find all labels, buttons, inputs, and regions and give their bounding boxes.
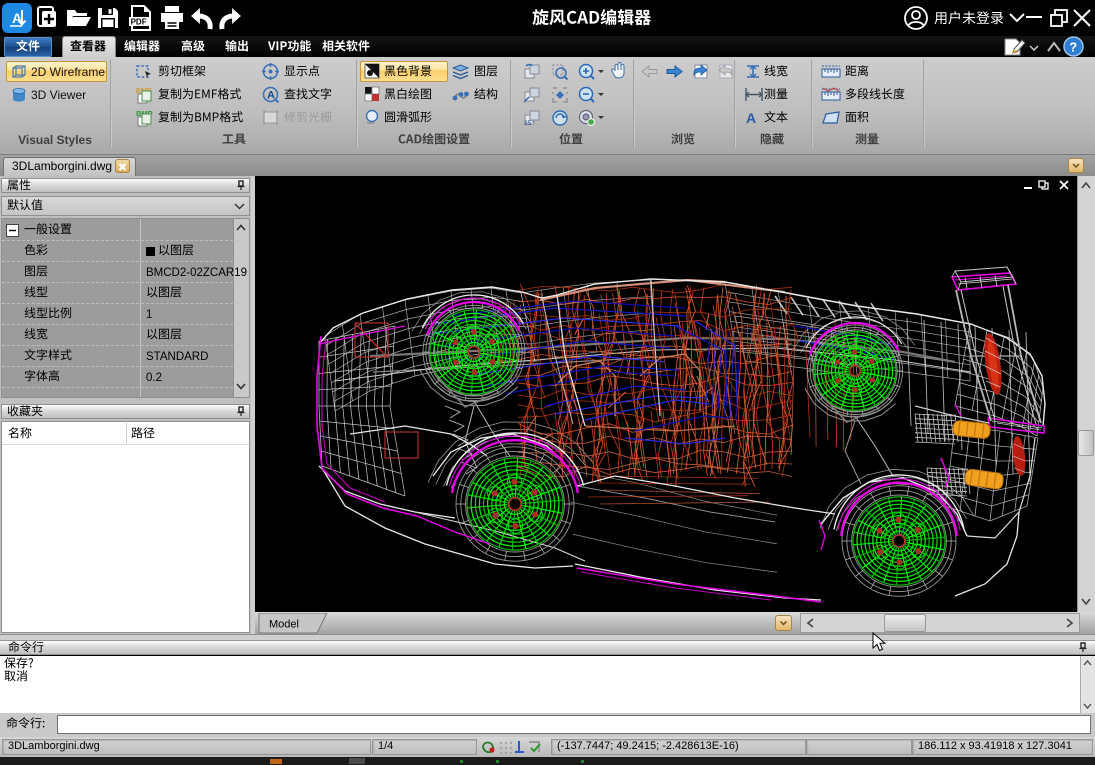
svg-text:A: A [267, 90, 275, 102]
svg-text:35°: 35° [524, 119, 534, 127]
svg-text:A: A [746, 110, 756, 125]
svg-text:?: ? [1069, 40, 1077, 55]
svg-text:Model: Model [269, 619, 299, 631]
svg-text:PDF: PDF [131, 18, 147, 27]
